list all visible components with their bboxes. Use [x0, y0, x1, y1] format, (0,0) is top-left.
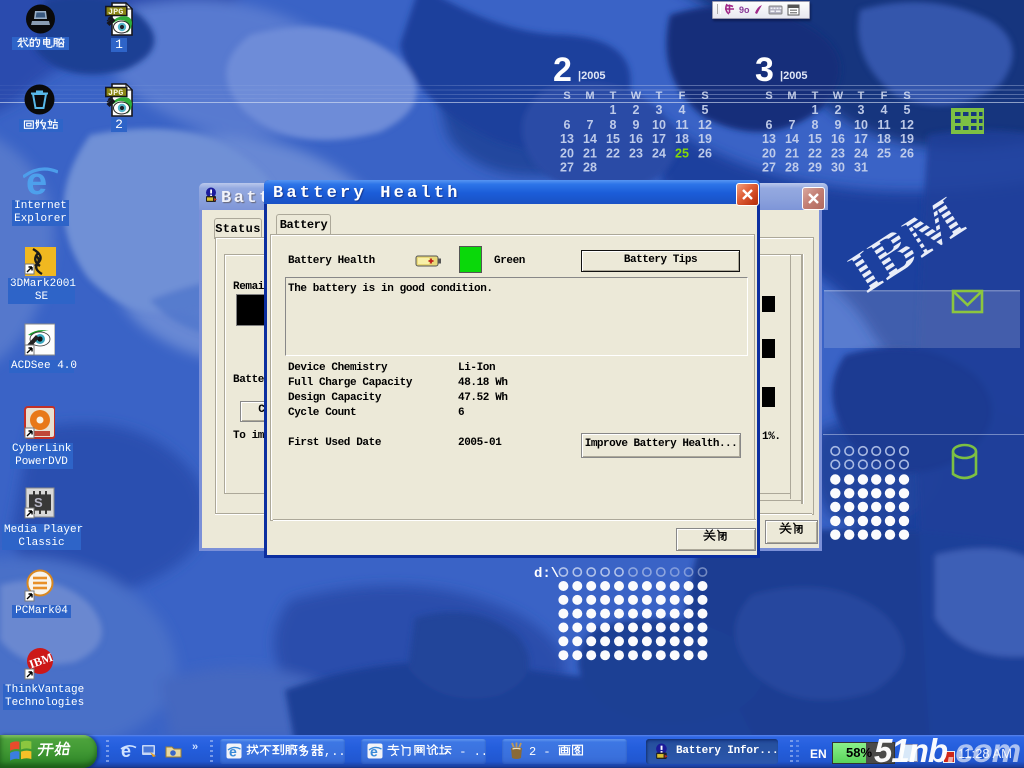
svg-text:|2005: |2005	[780, 70, 808, 82]
svg-text:e: e	[370, 744, 378, 760]
svg-text:JPG: JPG	[108, 7, 123, 17]
svg-text:9o: 9o	[739, 5, 750, 15]
svg-text:|2005: |2005	[578, 70, 606, 82]
svg-text:e: e	[121, 742, 131, 760]
svg-text:3: 3	[755, 51, 774, 89]
svg-text:2: 2	[553, 51, 572, 89]
svg-text:e: e	[229, 744, 237, 760]
svg-text:JPG: JPG	[108, 88, 123, 98]
svg-text:S: S	[34, 495, 43, 510]
svg-text:d:\: d:\	[534, 566, 559, 582]
